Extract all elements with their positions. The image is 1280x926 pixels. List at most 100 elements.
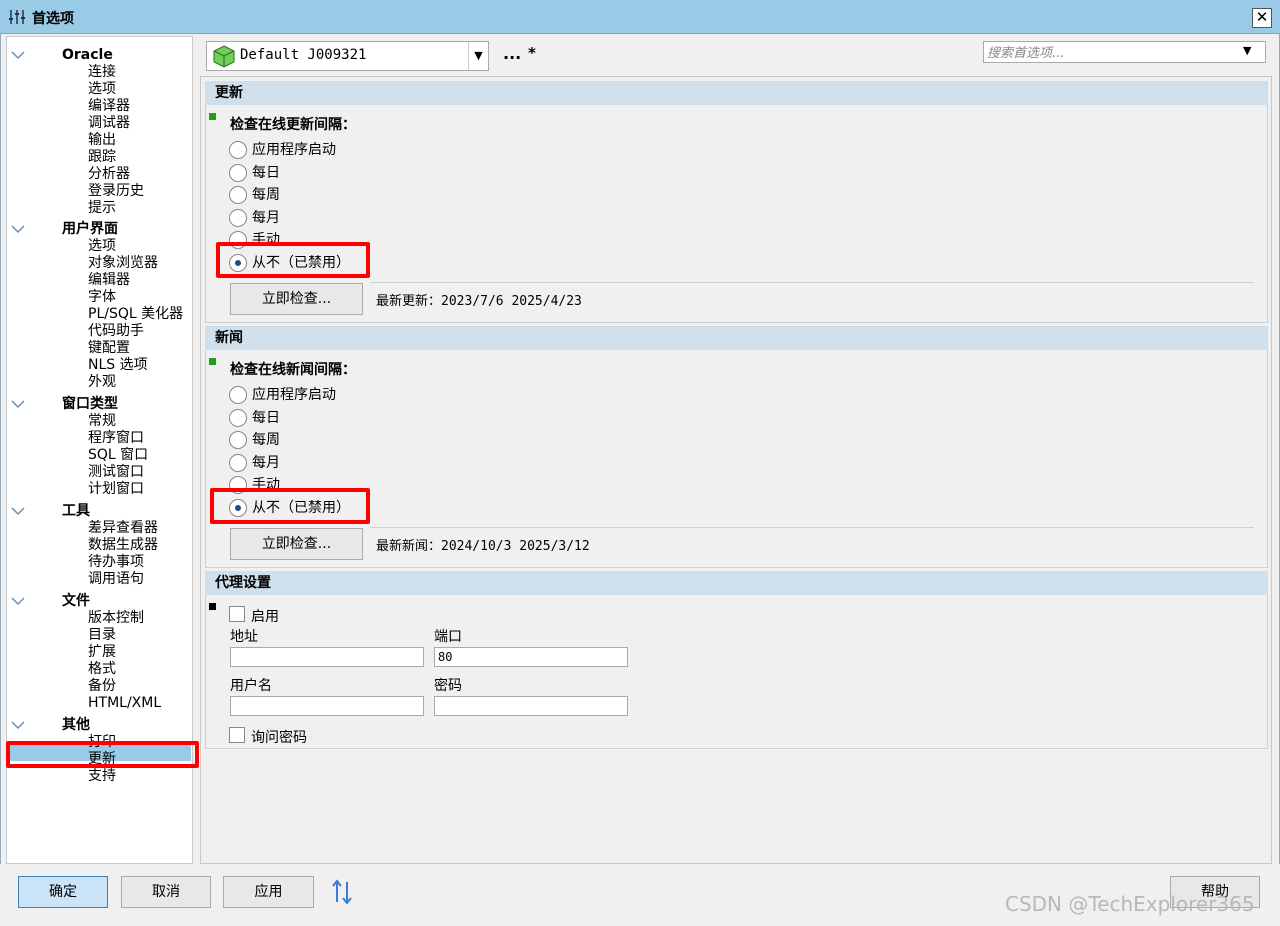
status-marker <box>209 358 216 365</box>
news-radio-label: 从不（已禁用） <box>252 499 350 516</box>
tree-item[interactable]: 对象浏览器 <box>88 255 158 272</box>
tree-item[interactable]: 待办事项 <box>88 554 144 571</box>
search-dropdown-icon[interactable]: ▼ <box>1243 44 1251 57</box>
tree-group[interactable]: 用户界面 <box>6 221 191 238</box>
news-radio-label: 每日 <box>252 409 280 426</box>
tree-item[interactable]: 打印 <box>88 734 116 751</box>
tree-item[interactable]: NLS 选项 <box>88 357 148 374</box>
tree-group[interactable]: 窗口类型 <box>6 396 191 413</box>
tree-item[interactable]: 备份 <box>88 678 116 695</box>
tree-item[interactable]: 更新 <box>88 751 116 768</box>
update-radio-label: 从不（已禁用） <box>252 254 350 271</box>
tree-item[interactable]: 输出 <box>88 132 116 149</box>
title-bar <box>0 0 1280 34</box>
address-label: 地址 <box>230 629 258 645</box>
tree-item[interactable]: 外观 <box>88 374 116 391</box>
password-label: 密码 <box>434 678 462 694</box>
proxy-section <box>205 595 1268 749</box>
tree-item[interactable]: 测试窗口 <box>88 464 144 481</box>
tree-item[interactable]: 提示 <box>88 200 116 217</box>
address-field[interactable] <box>230 647 424 667</box>
tree-item[interactable]: 选项 <box>88 238 116 255</box>
tree-group[interactable]: 其他 <box>6 717 191 734</box>
tree-item[interactable]: 字体 <box>88 289 116 306</box>
divider <box>370 282 1254 283</box>
tree-item[interactable]: 分析器 <box>88 166 130 183</box>
update-status: 最新更新：2023/7/6 2025/4/23 <box>376 294 582 309</box>
update-radio[interactable] <box>229 163 247 182</box>
news-radio[interactable] <box>229 476 247 494</box>
news-radio[interactable] <box>229 386 247 404</box>
tree-item[interactable]: 跟踪 <box>88 149 116 166</box>
search-placeholder: 搜索首选项... <box>987 46 1065 61</box>
news-radio[interactable] <box>229 453 247 472</box>
tree-item[interactable]: 扩展 <box>88 644 116 661</box>
tree-item[interactable]: 程序窗口 <box>88 430 144 447</box>
apply-button[interactable]: 应用 <box>223 876 314 908</box>
news-check-now-button[interactable]: 立即检查... <box>230 528 363 560</box>
update-section <box>205 105 1268 323</box>
news-radio[interactable] <box>229 498 247 517</box>
window-title: 首选项 <box>32 11 74 27</box>
tree-item[interactable]: SQL 窗口 <box>88 447 148 464</box>
tree-group[interactable]: 工具 <box>6 503 191 520</box>
tree-item[interactable]: 支持 <box>88 768 116 785</box>
update-radio[interactable] <box>229 186 247 204</box>
chevron-down-icon[interactable] <box>11 719 25 731</box>
preferences-icon <box>9 10 25 24</box>
tree-item[interactable]: 调试器 <box>88 115 130 132</box>
tree-item[interactable]: 连接 <box>88 64 116 81</box>
tree-group-label: 窗口类型 <box>62 396 118 412</box>
tree-item[interactable]: 代码助手 <box>88 323 144 340</box>
news-radio[interactable] <box>229 431 247 449</box>
update-radio[interactable] <box>229 141 247 159</box>
update-radio[interactable] <box>229 208 247 227</box>
news-radio-label: 每周 <box>252 432 280 448</box>
tree-item[interactable]: 常规 <box>88 413 116 430</box>
tree-item[interactable]: 版本控制 <box>88 610 144 627</box>
cancel-button[interactable]: 取消 <box>121 876 211 908</box>
news-radio-label: 应用程序启动 <box>252 387 336 403</box>
tree-item[interactable]: 键配置 <box>88 340 130 357</box>
news-interval-label: 检查在线新闻间隔： <box>230 362 356 378</box>
tree-item[interactable]: 编译器 <box>88 98 130 115</box>
update-radio[interactable] <box>229 231 247 249</box>
tree-item[interactable]: 差异查看器 <box>88 520 158 537</box>
update-radio[interactable] <box>229 253 247 272</box>
news-section-header: 新闻 <box>205 326 1268 350</box>
profile-options-button[interactable]: ... <box>503 44 521 63</box>
tree-item[interactable]: 目录 <box>88 627 116 644</box>
chevron-down-icon[interactable]: ▼ <box>468 42 488 70</box>
modified-indicator: * <box>528 44 536 62</box>
tree-group[interactable]: Oracle <box>6 47 191 64</box>
close-button[interactable]: ✕ <box>1252 8 1272 28</box>
chevron-down-icon[interactable] <box>11 595 25 607</box>
tree-item[interactable]: 调用语句 <box>88 571 144 588</box>
tree-item[interactable]: 计划窗口 <box>88 481 144 498</box>
news-radio[interactable] <box>229 408 247 427</box>
tree-group[interactable]: 文件 <box>6 593 191 610</box>
tree-item[interactable]: 登录历史 <box>88 183 144 200</box>
ask-password-checkbox[interactable] <box>229 727 245 743</box>
tree-item[interactable]: PL/SQL 美化器 <box>88 306 183 323</box>
update-check-now-button[interactable]: 立即检查... <box>230 283 363 315</box>
tree-item[interactable]: 数据生成器 <box>88 537 158 554</box>
ok-button[interactable]: 确定 <box>18 876 108 908</box>
chevron-down-icon[interactable] <box>11 505 25 517</box>
chevron-down-icon[interactable] <box>11 49 25 61</box>
tree-item[interactable]: 格式 <box>88 661 116 678</box>
tree-item[interactable]: 选项 <box>88 81 116 98</box>
username-field[interactable] <box>230 696 424 716</box>
update-section-header: 更新 <box>205 81 1268 105</box>
tree-item[interactable]: 编辑器 <box>88 272 130 289</box>
port-field[interactable]: 80 <box>434 647 628 667</box>
import-export-icon[interactable] <box>330 878 354 906</box>
proxy-section-header: 代理设置 <box>205 571 1268 595</box>
chevron-down-icon[interactable] <box>11 223 25 235</box>
news-radio-label: 手动 <box>252 477 280 493</box>
password-field[interactable] <box>434 696 628 716</box>
proxy-enable-checkbox[interactable] <box>229 606 245 622</box>
chevron-down-icon[interactable] <box>11 398 25 410</box>
tree-item[interactable]: HTML/XML <box>88 695 161 712</box>
proxy-enable-label: 启用 <box>251 609 279 625</box>
